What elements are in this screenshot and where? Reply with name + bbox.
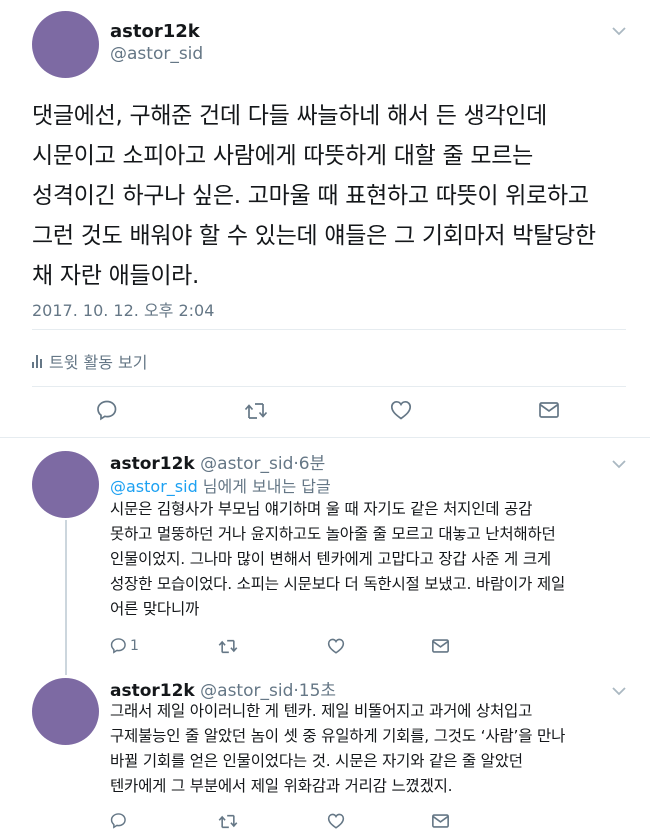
relative-time[interactable]: 15초 bbox=[299, 681, 336, 701]
retweet-icon[interactable] bbox=[244, 402, 268, 420]
retweet-icon[interactable] bbox=[218, 814, 238, 829]
avatar[interactable] bbox=[32, 451, 99, 518]
reply-text-line: 그래서 제일 아이러니한 게 텐카. 제일 비뚤어지고 과거에 상처입고 bbox=[110, 702, 533, 720]
reply-icon[interactable] bbox=[96, 399, 118, 421]
avatar[interactable] bbox=[32, 11, 99, 78]
divider bbox=[0, 437, 650, 438]
tweet-text-line: 채 자란 애들이라. bbox=[32, 263, 200, 289]
display-name[interactable]: astor12k bbox=[110, 454, 195, 474]
dm-icon[interactable] bbox=[432, 814, 449, 828]
tweet-text-line: 댓글에선, 구해준 건데 다들 싸늘하네 해서 든 생각인데 bbox=[32, 103, 548, 129]
reply-text-line: 구제불능인 줄 알았던 놈이 셋 중 유일하게 기회를, 그것도 ‘사람’을 만… bbox=[110, 727, 566, 745]
reply-icon[interactable] bbox=[110, 812, 127, 829]
relative-time[interactable]: 6분 bbox=[299, 454, 325, 474]
tweet-text-line: 시문이고 소피아고 사람에게 따뜻하게 대할 줄 모르는 bbox=[32, 143, 533, 169]
tweet-activity-link[interactable]: 트윗 활동 보기 bbox=[32, 349, 148, 373]
dm-icon[interactable] bbox=[539, 402, 559, 418]
reply-text-line: 시문은 김형사가 부모님 얘기하며 울 때 자기도 같은 처지인데 공감 bbox=[110, 500, 533, 518]
reply-text-line: 텐카에게 그 부분에서 제일 위화감과 거리감 느꼈겠지. bbox=[110, 777, 453, 795]
reply-action[interactable]: 1 bbox=[110, 637, 139, 654]
display-name[interactable]: astor12k bbox=[110, 681, 195, 701]
activity-icon bbox=[32, 354, 43, 368]
reply-text-line: 인물이었지. 그나마 많이 변해서 텐카에게 고맙다고 장갑 사준 게 크게 bbox=[110, 550, 551, 568]
reply-text-line: 못하고 멀뚱하던 거나 윤지하고도 놀아줄 줄 모르고 대놓고 난처해하던 bbox=[110, 525, 556, 543]
reply-header: astor12k @astor_sid·15초 bbox=[110, 676, 336, 701]
timestamp[interactable]: 2017. 10. 12. 오후 2:04 bbox=[32, 297, 214, 321]
reply-icon bbox=[110, 637, 127, 654]
chevron-down-icon[interactable] bbox=[612, 457, 626, 473]
display-name[interactable]: astor12k bbox=[110, 21, 200, 42]
chevron-down-icon[interactable] bbox=[612, 24, 626, 40]
replying-to: @astor_sid 님에게 보내는 답글 bbox=[110, 473, 331, 497]
retweet-icon[interactable] bbox=[218, 639, 238, 654]
thread-line bbox=[65, 520, 67, 675]
replying-to-handle[interactable]: @astor_sid bbox=[110, 477, 198, 496]
divider bbox=[32, 386, 626, 387]
tweet-text: 댓글에선, 구해준 건데 다들 싸늘하네 해서 든 생각인데 시문이고 소피아고… bbox=[32, 96, 642, 296]
handle[interactable]: @astor_sid bbox=[200, 454, 293, 474]
reply-text: 시문은 김형사가 부모님 얘기하며 울 때 자기도 같은 처지인데 공감 못하고… bbox=[110, 497, 630, 622]
like-icon[interactable] bbox=[327, 813, 345, 829]
reply-text-line: 바뀔 기회를 얻은 인물이었다는 것. 시문은 자기와 같은 줄 알았던 bbox=[110, 752, 523, 770]
reply-text: 그래서 제일 아이러니한 게 텐카. 제일 비뚤어지고 과거에 상처입고 구제불… bbox=[110, 699, 630, 799]
reply-text-line: 어른 맞다니까 bbox=[110, 600, 200, 618]
handle[interactable]: @astor_sid bbox=[200, 681, 293, 701]
reply-header: astor12k @astor_sid·6분 bbox=[110, 449, 325, 474]
reply-count: 1 bbox=[130, 637, 139, 654]
avatar[interactable] bbox=[32, 678, 99, 745]
like-icon[interactable] bbox=[327, 638, 345, 654]
dm-icon[interactable] bbox=[432, 639, 449, 653]
replying-to-suffix: 님에게 보내는 답글 bbox=[197, 477, 331, 496]
tweet-text-line: 그런 것도 배워야 할 수 있는데 얘들은 그 기회마저 박탈당한 bbox=[32, 223, 596, 249]
reply-text-line: 성장한 모습이었다. 소피는 시문보다 더 독한시절 보냈고. 바람이가 제일 bbox=[110, 575, 566, 593]
chevron-down-icon[interactable] bbox=[612, 684, 626, 700]
handle[interactable]: @astor_sid bbox=[110, 44, 203, 64]
tweet-activity-label: 트윗 활동 보기 bbox=[49, 353, 148, 372]
like-icon[interactable] bbox=[390, 400, 412, 420]
divider bbox=[32, 329, 626, 330]
tweet-text-line: 성격이긴 하구나 싶은. 고마울 때 표현하고 따뜻이 위로하고 bbox=[32, 183, 589, 209]
